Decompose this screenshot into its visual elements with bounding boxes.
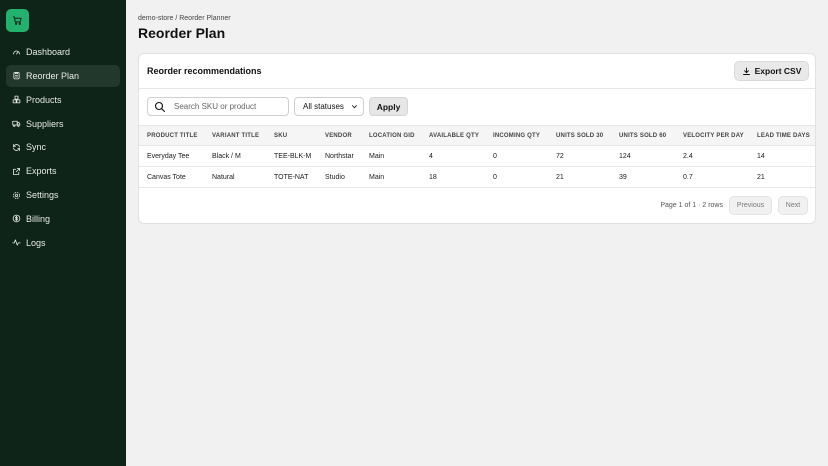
table-cell: Black / M [212, 153, 241, 160]
download-icon [742, 67, 750, 75]
sidebar-item-label: Dashboard [26, 47, 71, 57]
table-cell: Natural [212, 174, 235, 181]
table-cell: 72 [556, 153, 564, 160]
table-cell: Everyday Tee [147, 153, 190, 160]
apply-button[interactable]: Apply [369, 97, 408, 116]
table-cell: Canvas Tote [147, 174, 186, 181]
sidebar-item-settings[interactable]: Settings [6, 184, 120, 206]
table-cell: 124 [619, 153, 631, 160]
dollar-icon [12, 214, 21, 223]
table-cell: TEE-BLK-M [274, 153, 312, 160]
boxes-icon [12, 95, 21, 104]
table-row[interactable]: Everyday Tee Black / M TEE-BLK-M Northst… [139, 146, 815, 167]
page-title: Reorder Plan [138, 25, 226, 41]
search-icon [154, 101, 166, 112]
export-csv-button[interactable]: Export CSV [734, 61, 809, 81]
table-cell: 0.7 [683, 174, 693, 181]
status-select[interactable]: All statuses [294, 97, 364, 116]
table-cell: 0 [493, 153, 497, 160]
main-content: demo-store / Reorder Planner Reorder Pla… [126, 0, 828, 466]
column-header[interactable]: VENDOR [325, 133, 352, 139]
card-header: Reorder recommendations Export CSV [139, 54, 815, 89]
sidebar-item-label: Reorder Plan [26, 70, 80, 81]
pagination: Page 1 of 1 · 2 rows Previous Next [139, 194, 815, 218]
column-header[interactable]: PRODUCT TITLE [147, 133, 198, 139]
status-select-value: All statuses [303, 102, 344, 111]
search-input[interactable] [174, 102, 284, 111]
column-header[interactable]: UNITS SOLD 30 [556, 133, 603, 139]
sidebar-item-reorder-plan[interactable]: Reorder Plan [6, 64, 120, 87]
table-cell: Northstar [325, 153, 354, 160]
gauge-icon [12, 48, 21, 57]
sidebar-item-label: Products [26, 94, 62, 105]
table-row[interactable]: Canvas Tote Natural TOTE-NAT Studio Main… [139, 167, 815, 188]
column-header[interactable]: INCOMING QTY [493, 133, 540, 139]
breadcrumb[interactable]: demo-store / Reorder Planner [138, 15, 231, 22]
card-title: Reorder recommendations [147, 66, 262, 76]
table-cell: 0 [493, 174, 497, 181]
table-cell: 21 [556, 174, 564, 181]
sidebar: Dashboard Reorder Plan Products Supplier… [0, 0, 126, 466]
table-cell: Main [369, 153, 385, 160]
sidebar-item-billing[interactable]: Billing [6, 208, 120, 230]
export-csv-label: Export CSV [754, 66, 802, 76]
previous-button[interactable]: Previous [729, 196, 772, 215]
sidebar-item-dashboard[interactable]: Dashboard [6, 41, 120, 63]
cart-logo-icon[interactable] [6, 9, 29, 32]
chevron-down-icon [352, 105, 357, 109]
table-cell: Main [369, 174, 385, 181]
gear-icon [12, 191, 21, 200]
sidebar-item-sync[interactable]: Sync [6, 136, 120, 158]
sidebar-item-label: Sync [26, 142, 47, 153]
sidebar-item-label: Logs [26, 237, 46, 248]
sidebar-item-label: Billing [26, 213, 51, 224]
table-cell: 14 [757, 153, 765, 160]
table-cell: 39 [619, 174, 627, 181]
sidebar-item-suppliers[interactable]: Suppliers [6, 113, 120, 135]
table-cell: Studio [325, 174, 345, 181]
column-header[interactable]: UNITS SOLD 60 [619, 133, 666, 139]
column-header[interactable]: AVAILABLE QTY [429, 133, 479, 139]
next-button[interactable]: Next [778, 196, 808, 215]
export-icon [12, 167, 21, 176]
column-header[interactable]: LEAD TIME DAYS [757, 133, 810, 139]
sidebar-item-logs[interactable]: Logs [6, 232, 120, 254]
sidebar-item-label: Suppliers [26, 118, 64, 129]
column-header[interactable]: LOCATION GID [369, 133, 415, 139]
sidebar-item-exports[interactable]: Exports [6, 160, 120, 182]
column-header[interactable]: VELOCITY PER DAY [683, 133, 744, 139]
table-header: PRODUCT TITLE VARIANT TITLE SKU VENDOR L… [139, 125, 815, 146]
table-cell: 21 [757, 174, 765, 181]
sidebar-item-label: Settings [26, 190, 59, 201]
search-field[interactable] [147, 97, 289, 116]
table-cell: 18 [429, 174, 437, 181]
column-header[interactable]: VARIANT TITLE [212, 133, 259, 139]
reorder-table: PRODUCT TITLE VARIANT TITLE SKU VENDOR L… [139, 125, 815, 188]
activity-icon [12, 238, 21, 247]
clipboard-icon [12, 71, 21, 80]
table-cell: 2.4 [683, 153, 693, 160]
reorder-card: Reorder recommendations Export CSV All s… [138, 53, 816, 224]
sidebar-nav: Dashboard Reorder Plan Products Supplier… [6, 41, 120, 256]
truck-icon [12, 119, 21, 128]
refresh-icon [12, 143, 21, 152]
table-cell: TOTE-NAT [274, 174, 309, 181]
sidebar-item-label: Exports [26, 166, 57, 177]
table-cell: 4 [429, 153, 433, 160]
sidebar-item-products[interactable]: Products [6, 89, 120, 111]
pagination-info: Page 1 of 1 · 2 rows [660, 202, 723, 209]
column-header[interactable]: SKU [274, 133, 287, 139]
